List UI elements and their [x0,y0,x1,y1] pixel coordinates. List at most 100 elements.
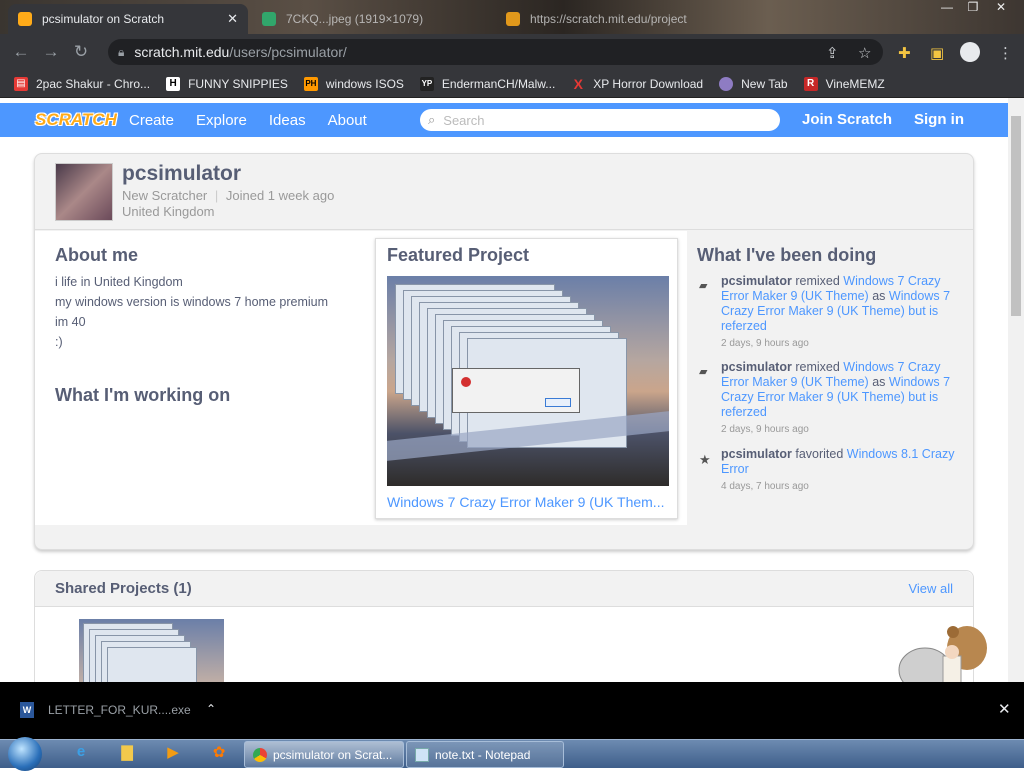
activity-time: 4 days, 7 hours ago [721,481,809,492]
search-input[interactable]: ⌕ Search [420,109,780,131]
bookmark-label: 2pac Shakur - Chro... [36,76,151,91]
profile-body: About me i life in United Kingdom my win… [35,231,973,525]
paint-icon[interactable]: ✿ [206,743,232,765]
sign-in-button[interactable]: Sign in [914,111,964,128]
reload-icon[interactable]: ↻ [66,42,96,62]
page-scrollbar[interactable] [1008,98,1024,682]
nav-ideas[interactable]: Ideas [269,112,306,129]
side-panel-icon[interactable]: ▣ [930,44,944,62]
windows-taskbar: e ▇ ▶ ✿ pcsimulator on Scrat... note.txt… [0,737,1024,771]
shared-projects-title: Shared Projects (1) [55,580,192,597]
shared-project-thumbnail[interactable] [79,619,224,682]
share-icon[interactable]: ⇪ [826,44,839,62]
extensions-icon[interactable]: ✚ [898,44,911,62]
tab-scratch-project[interactable]: https://scratch.mit.edu/project [496,4,726,34]
forward-icon[interactable]: → [36,42,66,62]
bookmark-item[interactable]: H FUNNY SNIPPIES [166,76,288,91]
ph-icon: PH [303,76,318,91]
profile-meta: New Scratcher | Joined 1 week ago [122,188,335,203]
nav-explore[interactable]: Explore [196,112,247,129]
bookmarks-bar: ▤ 2pac Shakur - Chro... H FUNNY SNIPPIES… [0,70,1024,98]
yp-icon: YP [419,76,434,91]
about-line: my windows version is windows 7 home pre… [55,295,329,309]
activity-user[interactable]: pcsimulator [721,360,792,374]
profile-avatar-icon[interactable] [960,42,980,62]
bookmark-label: XP Horror Download [593,76,704,91]
taskbar-notepad[interactable]: note.txt - Notepad [406,741,564,768]
bookmark-item[interactable]: PH windows ISOS [303,76,404,91]
activity-time: 2 days, 9 hours ago [721,338,809,349]
scrollbar-thumb[interactable] [1011,116,1021,316]
close-icon[interactable]: ✕ [998,700,1011,718]
lock-icon: 🔒︎ [118,44,125,59]
scratch-navbar: SCRATCH Create Explore Ideas About ⌕ Sea… [0,103,1008,137]
tab-title: https://scratch.mit.edu/project [530,12,687,26]
activity-panel: What I've been doing ▰ pcsimulator remix… [687,231,973,525]
url-host: scratch.mit.edu [134,44,230,60]
file-explorer-icon[interactable]: ▇ [114,743,140,765]
minimize-icon[interactable]: — [934,0,960,16]
about-me-heading: About me [55,245,138,265]
desktop-mascot-overlay [898,626,987,682]
search-placeholder: Search [443,112,485,128]
close-tab-icon[interactable]: ✕ [227,11,238,27]
remix-icon: ▰ [699,280,708,292]
activity-user[interactable]: pcsimulator [721,274,792,288]
view-all-link[interactable]: View all [908,581,953,596]
featured-project-card: Featured Project Windows 7 Crazy Error M… [375,238,678,519]
profile-footer [35,526,973,550]
bookmark-item[interactable]: R VineMEMZ [803,76,885,91]
browser-tab-strip: pcsimulator on Scratch ✕ 7CKQ...jpeg (19… [0,0,1024,34]
taskbar-chrome[interactable]: pcsimulator on Scrat... [244,741,404,768]
join-scratch-button[interactable]: Join Scratch [802,111,892,128]
bookmark-label: VineMEMZ [825,76,885,91]
working-on-heading: What I'm working on [55,385,231,405]
activity-user[interactable]: pcsimulator [721,447,792,461]
notepad-icon [415,747,429,762]
bookmark-star-icon[interactable]: ☆ [858,44,871,62]
start-button[interactable] [8,737,42,771]
scratch-favicon [18,12,32,26]
activity-item: pcsimulator remixed Windows 7 Crazy Erro… [721,274,966,351]
page-viewport: SCRATCH Create Explore Ideas About ⌕ Sea… [0,98,1008,682]
nav-about[interactable]: About [328,112,367,129]
r-icon: R [803,76,818,91]
about-line: :) [55,335,63,349]
download-item[interactable]: W LETTER_FOR_KUR....exe [20,702,191,718]
shared-projects-header: Shared Projects (1) View all [35,571,973,607]
profile-box: pcsimulator New Scratcher | Joined 1 wee… [34,153,974,550]
featured-project-thumbnail[interactable] [387,276,669,486]
browser-toolbar: ← → ↻ 🔒︎ scratch.mit.edu/users/pcsimulat… [0,34,1024,70]
bookmark-item[interactable]: X XP Horror Download [571,76,704,92]
tab-scratch-profile[interactable]: pcsimulator on Scratch ✕ [8,4,248,34]
featured-heading: Featured Project [387,245,530,265]
activity-heading: What I've been doing [697,245,877,265]
close-window-icon[interactable]: ✕ [988,0,1014,16]
bookmark-label: New Tab [741,76,788,91]
maximize-icon[interactable]: ❐ [960,0,986,16]
internet-explorer-icon[interactable]: e [68,743,94,765]
bookmark-item[interactable]: YP EndermanCH/Malw... [419,76,556,91]
shared-projects-box: Shared Projects (1) View all [34,570,974,682]
featured-project-title-link[interactable]: Windows 7 Crazy Error Maker 9 (UK Them..… [387,494,669,510]
tab-title: pcsimulator on Scratch [42,12,165,26]
bookmark-item[interactable]: ▤ 2pac Shakur - Chro... [14,76,151,91]
back-icon[interactable]: ← [6,42,36,62]
activity-item: pcsimulator favorited Windows 8.1 Crazy … [721,447,966,494]
scratch-logo[interactable]: SCRATCH [35,108,117,132]
chrome-web-store-icon: ▤ [14,76,28,91]
username: pcsimulator [122,162,242,185]
avatar [55,163,113,221]
bookmark-label: EndermanCH/Malw... [441,76,556,91]
joined-date: Joined 1 week ago [225,188,335,203]
address-bar[interactable]: 🔒︎ scratch.mit.edu/users/pcsimulator/ [108,39,883,65]
bookmark-item[interactable]: New Tab [719,76,788,91]
scratcher-status: New Scratcher [122,188,208,203]
about-line: i life in United Kingdom [55,275,183,289]
menu-kebab-icon[interactable]: ⋮ [998,44,1013,62]
tab-image[interactable]: 7CKQ...jpeg (1919×1079) [252,4,492,34]
nav-create[interactable]: Create [129,112,174,129]
about-line: im 40 [55,315,86,329]
chevron-up-icon[interactable]: ⌃ [206,702,216,716]
media-player-icon[interactable]: ▶ [160,743,186,765]
